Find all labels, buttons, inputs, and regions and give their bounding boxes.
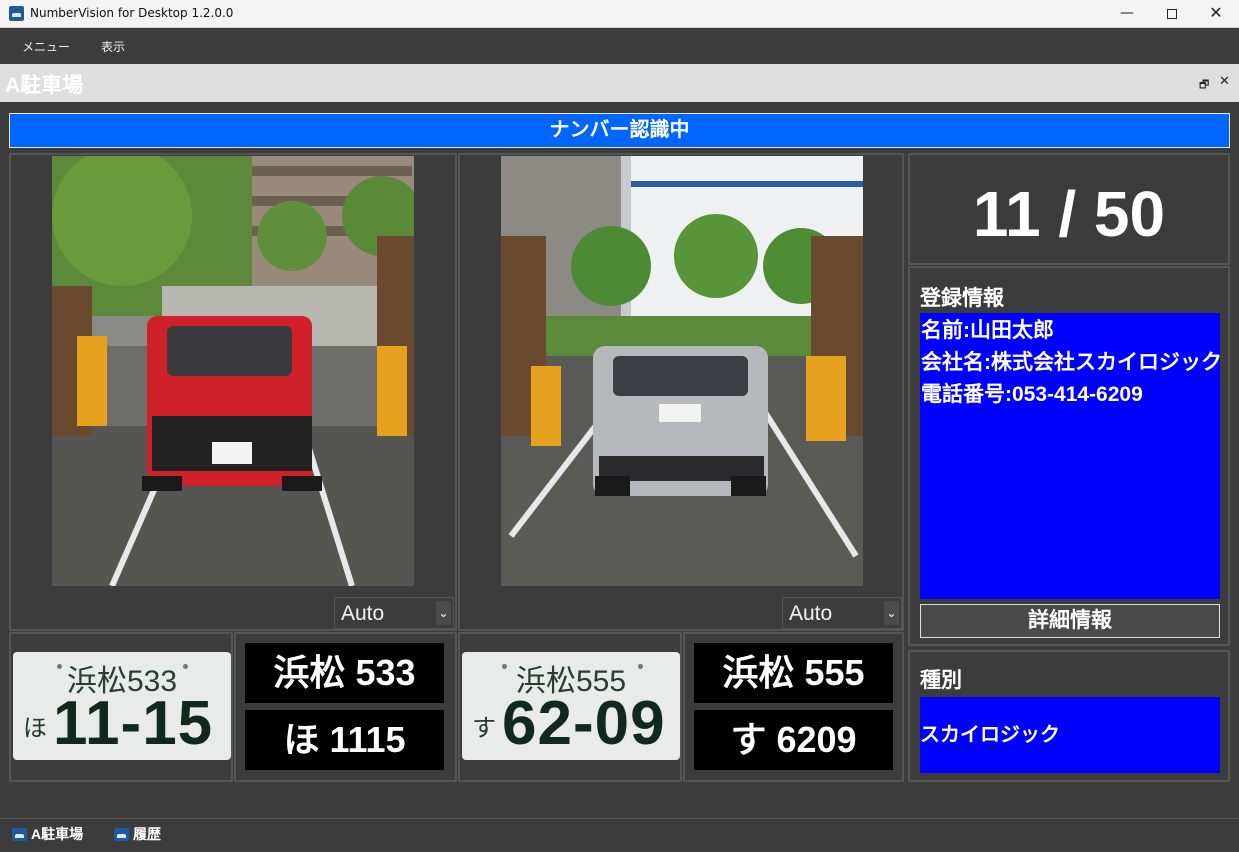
document-title: A駐車場	[5, 74, 84, 97]
bottom-tab-bar: A駐車場 履歴	[0, 818, 1239, 852]
occupancy-counter: 11 / 50	[972, 178, 1166, 250]
plate-crop-image-exit: 浜松555 す 62-09	[462, 652, 680, 760]
category-panel: 種別 スカイロジック	[908, 650, 1230, 782]
plate-crop-panel-entrance: 浜松533 ほ 11-15	[9, 632, 233, 782]
close-button[interactable]: ✕	[1193, 0, 1239, 28]
camera-image-entrance	[52, 156, 414, 586]
plate-kana-text: ほ	[23, 714, 47, 742]
detail-info-button[interactable]: 詳細情報	[920, 604, 1220, 638]
plate-number-text: 11-15	[53, 689, 214, 758]
camera-mode-value: Auto	[789, 602, 833, 625]
tab-label: A駐車場	[31, 826, 84, 842]
camera-mode-value: Auto	[341, 602, 385, 625]
camera-image-exit	[501, 156, 863, 586]
ocr-region-line: 浜松 533	[245, 643, 444, 703]
chevron-down-icon: ⌄	[436, 601, 451, 625]
ocr-result-panel-exit: 浜松 555 す 6209	[683, 632, 904, 782]
menu-bar: メニュー 表示	[0, 29, 1239, 63]
ocr-region-line: 浜松 555	[694, 643, 893, 703]
plate-crop-image-entrance: 浜松533 ほ 11-15	[13, 652, 231, 760]
registration-info-panel: 登録情報 名前:山田太郎 会社名:株式会社スカイロジック 電話番号:053-41…	[908, 266, 1230, 646]
window-title: NumberVision for Desktop 1.2.0.0	[30, 6, 234, 20]
registration-name: 名前:山田太郎	[921, 319, 1054, 342]
tab-parking-a[interactable]: A駐車場	[12, 824, 83, 846]
tab-label: 履歴	[133, 826, 161, 842]
restore-icon[interactable]: 🗗	[1199, 76, 1213, 91]
registration-info-box: 名前:山田太郎 会社名:株式会社スカイロジック 電話番号:053-414-620…	[920, 313, 1220, 599]
minimize-button[interactable]: —	[1104, 0, 1150, 28]
occupancy-counter-panel: 11 / 50	[908, 153, 1230, 265]
car-icon	[12, 828, 27, 841]
camera-mode-select-exit[interactable]: Auto ⌄	[782, 597, 902, 629]
chevron-down-icon: ⌄	[884, 601, 899, 625]
recognition-status-banner: ナンバー認識中	[9, 113, 1230, 148]
camera-panel-exit: Auto ⌄	[458, 153, 904, 631]
plate-kana-text: す	[472, 714, 496, 742]
document-close-icon[interactable]: ✕	[1219, 74, 1230, 89]
menu-item-view[interactable]: 表示	[101, 38, 125, 55]
app-icon	[9, 6, 24, 21]
registration-phone: 電話番号:053-414-6209	[921, 383, 1143, 406]
document-header: A駐車場 🗗 ✕	[0, 64, 1239, 102]
camera-panel-entrance: Auto ⌄	[9, 153, 457, 631]
window-titlebar: NumberVision for Desktop 1.2.0.0 — ✕	[0, 0, 1239, 28]
ocr-result-panel-entrance: 浜松 533 ほ 1115	[234, 632, 457, 782]
car-icon	[114, 828, 129, 841]
tab-history[interactable]: 履歴	[114, 824, 161, 846]
plate-crop-panel-exit: 浜松555 す 62-09	[458, 632, 682, 782]
registration-info-heading: 登録情報	[920, 287, 1004, 310]
registration-company: 会社名:株式会社スカイロジック	[921, 351, 1220, 374]
category-value: スカイロジック	[920, 697, 1220, 773]
ocr-number-line: ほ 1115	[245, 710, 444, 770]
plate-number-text: 62-09	[502, 689, 666, 758]
camera-mode-select-entrance[interactable]: Auto ⌄	[334, 597, 454, 629]
menu-item-menu[interactable]: メニュー	[22, 38, 70, 55]
ocr-number-line: す 6209	[694, 710, 893, 770]
category-heading: 種別	[920, 669, 962, 692]
maximize-button[interactable]	[1149, 0, 1195, 28]
maximize-icon	[1167, 9, 1177, 19]
